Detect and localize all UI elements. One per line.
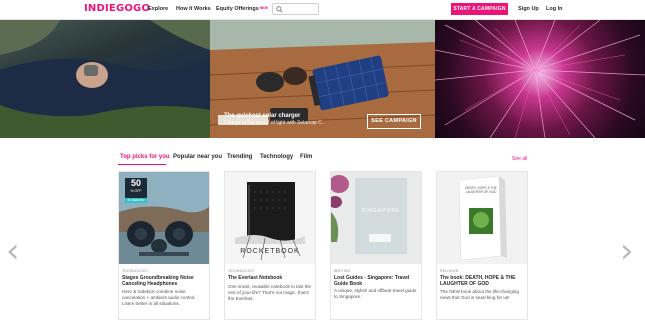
card-category: WRITING: [334, 269, 351, 273]
card-title[interactable]: Stages Groundbreaking Noise Canceling He…: [122, 275, 207, 287]
card-title[interactable]: The Everlast Notebook: [228, 275, 313, 281]
campaign-card-death-hope-book[interactable]: DEATH, HOPE & THE LAUGHTER OF GOD RELIGI…: [436, 171, 528, 320]
card-image[interactable]: SINGAPORE: [331, 172, 421, 264]
hero-subtitle: Charge at the speed of light with Solarc…: [224, 120, 324, 126]
guide-book-photo: [331, 172, 421, 264]
discount-badge: 50 % OFF: [125, 178, 147, 198]
hero-caption: The quickest solar charger Charge at the…: [224, 113, 323, 126]
nav-explore[interactable]: Explore: [148, 6, 168, 12]
nav-equity-label: Equity Offerings: [216, 6, 259, 12]
card-category: TECHNOLOGY: [228, 269, 255, 273]
in-demand-tag: IN DEMAND: [125, 198, 147, 203]
tab-film[interactable]: Film: [300, 154, 312, 160]
hero-image-left[interactable]: [0, 20, 210, 138]
rocketbook-wordmark: ROCKETBOOK: [240, 248, 300, 255]
card-description: The NEW book about the life-changing new…: [440, 289, 519, 300]
carousel-prev-arrow-icon[interactable]: ‹: [6, 234, 20, 268]
start-campaign-button[interactable]: START A CAMPAIGN: [451, 3, 508, 15]
nav-how-it-works[interactable]: How It Works: [176, 6, 211, 12]
discount-number: 50: [130, 178, 141, 188]
search-box[interactable]: [272, 3, 319, 15]
card-description: One smart, reusable notebook to last the…: [228, 284, 311, 301]
card-image[interactable]: DEATH, HOPE & THE LAUGHTER OF GOD: [437, 172, 527, 264]
log-in-link[interactable]: Log In: [546, 6, 563, 12]
card-description: A unique, stylish and offbeat travel gui…: [334, 288, 417, 299]
indiegogo-logo[interactable]: INDIEGOGO: [84, 3, 150, 14]
active-tab-indicator: [118, 164, 166, 165]
campaign-card-headphones[interactable]: 50 % OFF IN DEMAND TECHNOLOGY Stages Gro…: [118, 171, 210, 320]
tab-top-picks[interactable]: Top picks for you: [120, 154, 170, 160]
fireworks-photo: [435, 20, 645, 138]
search-icon: [276, 6, 283, 13]
card-category: TECHNOLOGY: [122, 269, 149, 273]
book-cover-title: DEATH, HOPE & THE LAUGHTER OF GOD: [465, 186, 497, 194]
hero-image-right[interactable]: [435, 20, 645, 138]
card-title[interactable]: Lost Guides - Singapore: Travel Guide Bo…: [334, 275, 419, 287]
discount-label: % OFF: [130, 189, 142, 193]
card-description: Hero & Sidekick combine noise cancelatio…: [122, 289, 196, 306]
see-campaign-button[interactable]: SEE CAMPAIGN: [367, 114, 421, 129]
tab-trending[interactable]: Trending: [227, 154, 252, 160]
nav-equity-offerings[interactable]: Equity OfferingsNEW: [216, 6, 268, 12]
search-input[interactable]: [285, 5, 317, 13]
see-all-link[interactable]: See all: [512, 156, 527, 162]
carousel-next-arrow-icon[interactable]: ›: [620, 234, 634, 268]
card-title[interactable]: The book: DEATH, HOPE & THE LAUGHTER OF …: [440, 275, 525, 287]
campaign-card-singapore-guide[interactable]: SINGAPORE WRITING Lost Guides - Singapor…: [330, 171, 422, 320]
sign-up-link[interactable]: Sign Up: [518, 6, 539, 12]
card-category: RELIGION: [440, 269, 459, 273]
hero-title: The quickest solar charger: [224, 113, 301, 119]
new-badge: NEW: [259, 6, 268, 10]
campaign-card-notebook[interactable]: ROCKETBOOK TECHNOLOGY The Everlast Noteb…: [224, 171, 316, 320]
tab-technology[interactable]: Technology: [260, 154, 293, 160]
tab-popular-near-you[interactable]: Popular near you: [173, 154, 222, 160]
card-image[interactable]: 50 % OFF IN DEMAND: [119, 172, 209, 264]
card-image[interactable]: ROCKETBOOK: [225, 172, 315, 264]
person-in-grass-photo: [0, 20, 210, 138]
singapore-cover-text: SINGAPORE: [361, 208, 401, 214]
top-nav: INDIEGOGO Explore How It Works Equity Of…: [0, 0, 645, 20]
